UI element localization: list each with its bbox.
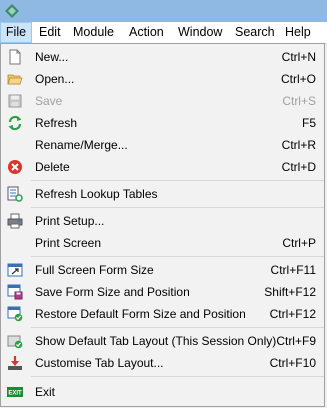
shortcut-label: Ctrl+S — [282, 94, 316, 108]
exit-sign-text: EXIT — [8, 391, 22, 397]
shortcut-label: Ctrl+F11 — [270, 263, 316, 277]
save-disk-icon — [8, 94, 22, 108]
menu-separator — [31, 207, 324, 208]
menu-item-label: Print Setup... — [35, 214, 105, 228]
menu-separator — [31, 256, 324, 257]
menu-separator — [31, 376, 324, 377]
menu-item-full-screen-form-size[interactable]: Full Screen Form Size Ctrl+F11 — [1, 259, 324, 281]
app-diamond-icon — [5, 4, 19, 18]
title-bar — [0, 0, 327, 22]
menu-item-rename-merge[interactable]: Rename/Merge... Ctrl+R — [1, 134, 324, 156]
shortcut-label: Ctrl+F10 — [269, 356, 316, 370]
fullscreen-icon — [7, 263, 23, 277]
menu-item-new[interactable]: New... Ctrl+N — [1, 46, 324, 68]
menu-item-label: Refresh — [35, 116, 78, 130]
menu-item-label: Save — [35, 94, 63, 108]
restore-form-icon — [7, 306, 23, 322]
shortcut-label: Ctrl+N — [281, 50, 316, 64]
menu-item-label: New... — [35, 50, 69, 64]
menu-edit[interactable]: Edit — [39, 22, 61, 43]
menu-item-exit[interactable]: EXIT Exit — [1, 381, 324, 403]
menu-item-label: Customise Tab Layout... — [35, 356, 164, 370]
exit-sign-icon: EXIT — [7, 387, 23, 397]
shortcut-label: Ctrl+O — [280, 72, 316, 86]
menu-item-label: Delete — [35, 160, 70, 174]
menu-action[interactable]: Action — [129, 22, 164, 43]
menu-item-restore-default-form-size[interactable]: Restore Default Form Size and Position C… — [1, 303, 324, 325]
tab-layout-check-icon — [7, 335, 23, 349]
shortcut-label: Ctrl+P — [282, 236, 316, 250]
menu-item-label: Open... — [35, 72, 75, 86]
menu-item-label: Show Default Tab Layout (This Session On… — [35, 334, 277, 348]
menu-item-save: Save Ctrl+S — [1, 90, 324, 112]
menu-item-label: Rename/Merge... — [35, 138, 128, 152]
shortcut-label: Ctrl+R — [281, 138, 316, 152]
menu-item-label: Save Form Size and Position — [35, 285, 190, 299]
printer-settings-icon — [7, 213, 23, 229]
menu-item-label: Exit — [35, 385, 56, 399]
menu-file[interactable]: File — [0, 22, 32, 43]
menu-window[interactable]: Window — [178, 22, 222, 43]
menu-search[interactable]: Search — [235, 22, 275, 43]
menu-item-customise-tab-layout[interactable]: Customise Tab Layout... Ctrl+F10 — [1, 352, 324, 374]
shortcut-label: Shift+F12 — [264, 285, 316, 299]
delete-x-icon — [8, 160, 22, 174]
menu-item-print-screen[interactable]: Print Screen Ctrl+P — [1, 232, 324, 254]
customise-tab-icon — [8, 356, 22, 370]
shortcut-label: Ctrl+F9 — [276, 334, 316, 348]
menu-item-save-form-size[interactable]: Save Form Size and Position Shift+F12 — [1, 281, 324, 303]
menu-item-refresh-lookup-tables[interactable]: Refresh Lookup Tables — [1, 183, 324, 205]
menu-item-show-default-tab-layout[interactable]: Show Default Tab Layout (This Session On… — [1, 330, 324, 352]
menu-help[interactable]: Help — [285, 22, 311, 43]
shortcut-label: F5 — [301, 116, 316, 130]
shortcut-label: Ctrl+F12 — [269, 307, 316, 321]
save-form-icon — [7, 284, 23, 300]
menu-item-delete[interactable]: Delete Ctrl+D — [1, 156, 324, 178]
menu-separator — [31, 180, 324, 181]
new-document-icon — [9, 49, 21, 65]
refresh-arrows-icon — [8, 115, 22, 131]
menu-item-label: Full Screen Form Size — [35, 263, 154, 277]
open-folder-icon — [7, 74, 23, 85]
menu-bar: File Edit Module Action Window Search He… — [0, 22, 327, 44]
file-menu-dropdown: New... Ctrl+N Open... Ctrl+O Save Ctrl+S… — [0, 43, 325, 407]
menu-item-open[interactable]: Open... Ctrl+O — [1, 68, 324, 90]
menu-item-label: Restore Default Form Size and Position — [35, 307, 246, 321]
menu-separator — [31, 327, 324, 328]
menu-item-label: Print Screen — [35, 236, 102, 250]
menu-item-print-setup[interactable]: Print Setup... — [1, 210, 324, 232]
shortcut-label: Ctrl+D — [281, 160, 316, 174]
menu-item-label: Refresh Lookup Tables — [35, 187, 158, 201]
lookup-table-icon — [7, 186, 23, 202]
menu-item-refresh[interactable]: Refresh F5 — [1, 112, 324, 134]
menu-module[interactable]: Module — [73, 22, 114, 43]
